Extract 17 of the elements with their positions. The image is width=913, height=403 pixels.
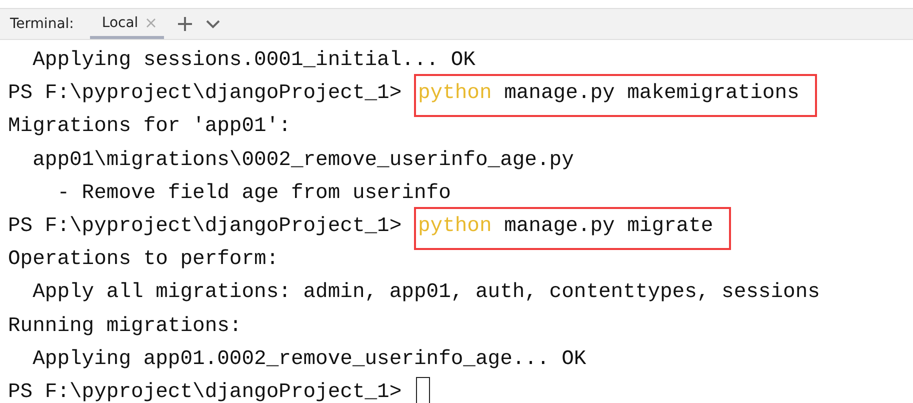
command-text: python manage.py makemigrations (414, 74, 818, 118)
prompt-text: PS F:\pyproject\djangoProject_1> (8, 380, 403, 403)
output-line: Migrations for 'app01': (8, 114, 292, 140)
output-line: Operations to perform: (8, 247, 280, 274)
terminal-tab[interactable]: Local (90, 9, 164, 39)
output-line: Applying app01.0002_remove_userinfo_age... OK (32, 346, 588, 373)
terminal-label: Terminal: (9, 15, 75, 34)
prompt-text: PS F:\pyproject\djangoProject_1> (8, 82, 403, 106)
chevron-down-icon[interactable] (206, 20, 220, 28)
output-line: Running migrations: (8, 314, 243, 340)
output-line: app01\migrations\0002_remove_userinfo_age.py (32, 148, 575, 174)
plus-icon[interactable] (178, 17, 192, 31)
output-line: Apply all migrations: admin, app01, auth, contenttypes, sessions (32, 280, 821, 306)
command-text: python manage.py migrate (414, 206, 732, 250)
prompt-text: PS F:\pyproject\djangoProject_1> (8, 214, 403, 238)
output-line: - Remove field age from userinfo (56, 180, 452, 207)
output-line: Applying sessions.0001_initial... OK (32, 48, 476, 74)
